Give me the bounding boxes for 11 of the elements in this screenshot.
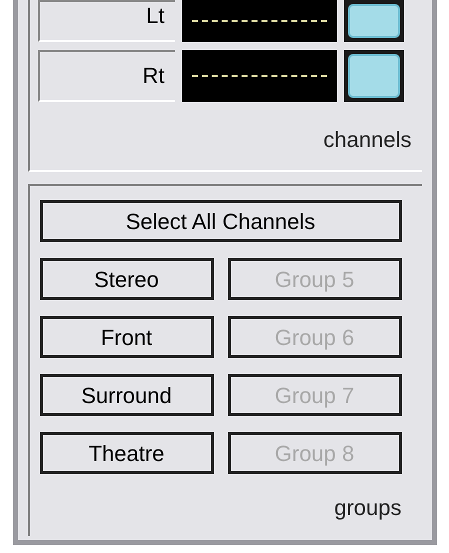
group-button[interactable]: Surround xyxy=(40,374,214,416)
channel-toggle-button[interactable] xyxy=(344,50,404,102)
section-caption: channels xyxy=(323,126,412,154)
group-button[interactable]: Front xyxy=(40,316,214,358)
group-button[interactable]: Stereo xyxy=(40,258,214,300)
group-button[interactable]: Theatre xyxy=(40,432,214,474)
channel-toggle-button[interactable] xyxy=(344,0,404,42)
select-all-button[interactable]: Select All Channels xyxy=(40,200,402,242)
section-caption: groups xyxy=(334,494,402,522)
channel-label: Lt xyxy=(38,0,174,42)
channel-label: Rt xyxy=(38,50,174,102)
